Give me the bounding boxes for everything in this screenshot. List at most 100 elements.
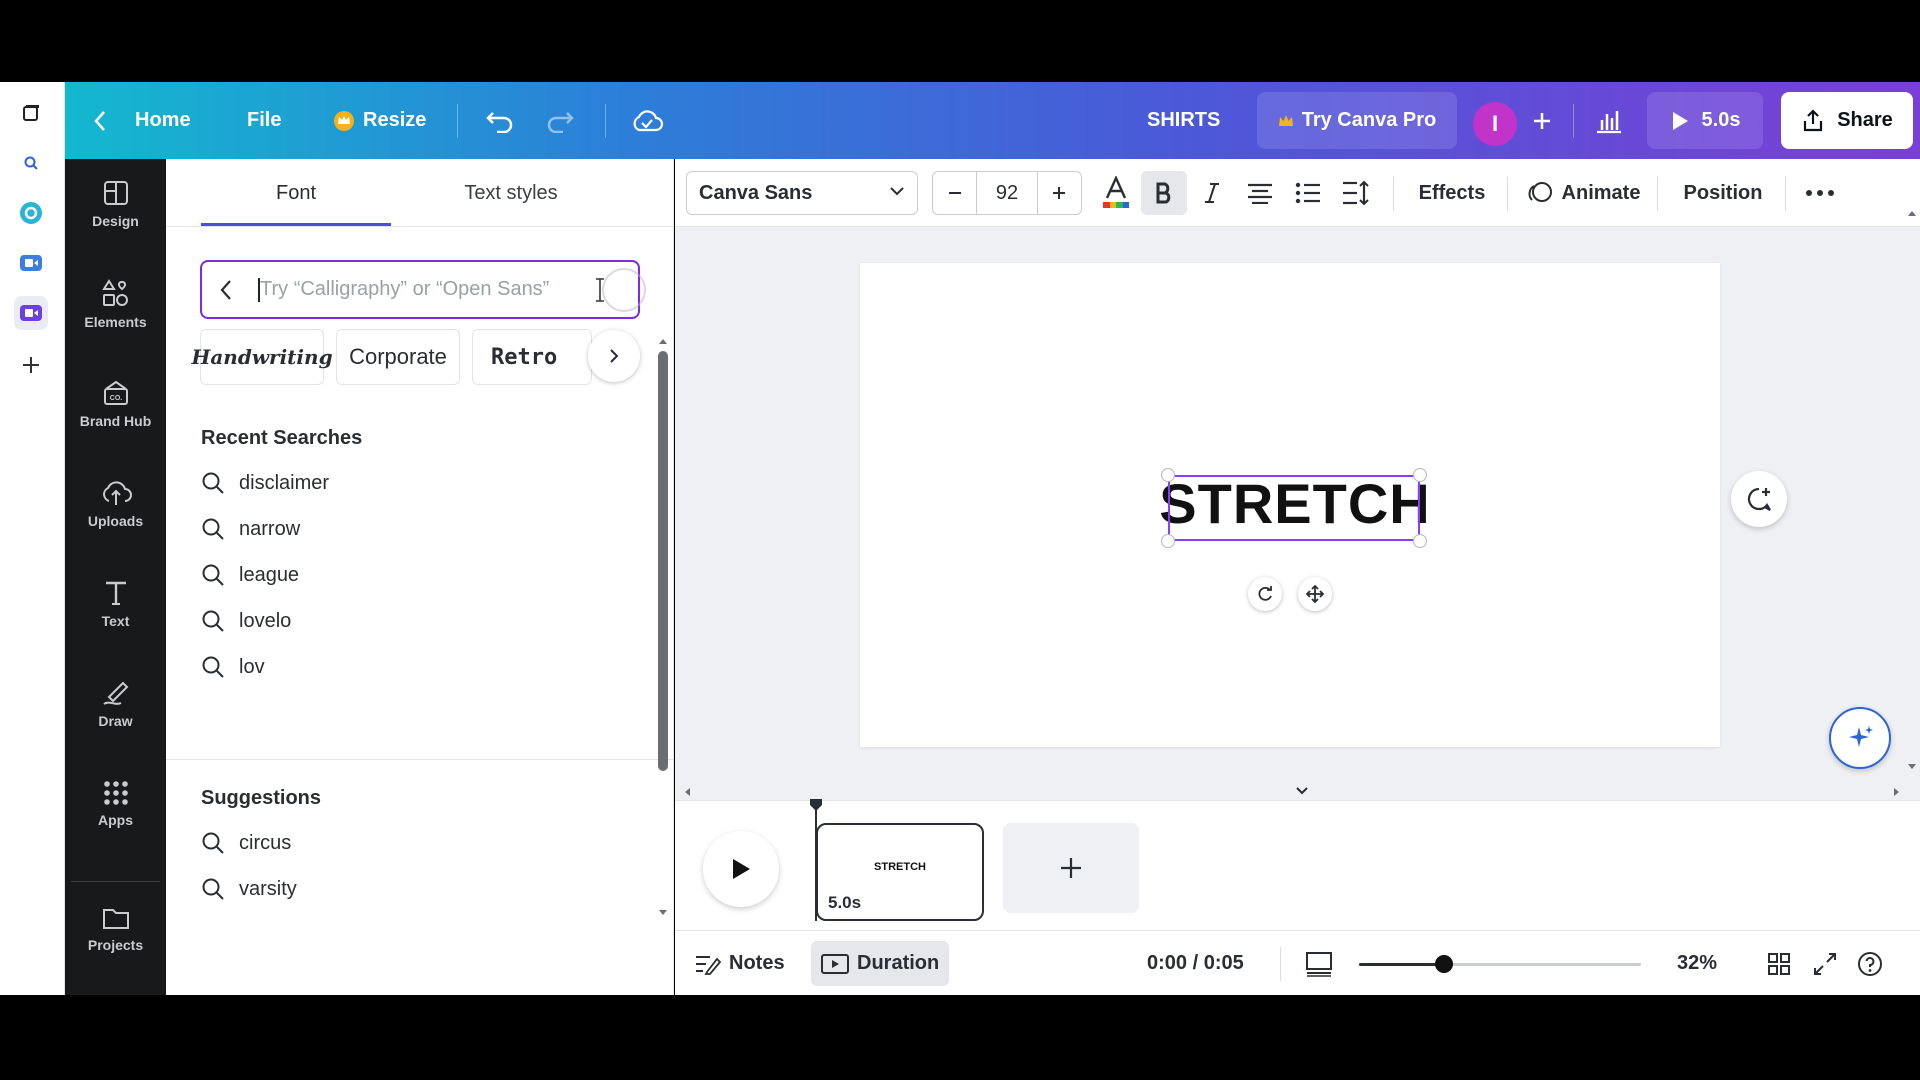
sidenav-item-projects[interactable]: Projects (65, 884, 166, 974)
help-icon[interactable] (1857, 931, 1883, 996)
more-options-icon[interactable] (1797, 171, 1843, 215)
suggestion-item[interactable]: varsity (201, 869, 621, 909)
recent-search-item[interactable]: league (201, 555, 621, 595)
scroll-right-arrow-icon[interactable] (1893, 787, 1901, 797)
search-icon[interactable] (14, 146, 48, 180)
magic-sparkle-icon[interactable] (1829, 707, 1891, 769)
shapes-icon (101, 278, 131, 308)
align-center-icon[interactable] (1237, 171, 1283, 215)
fullscreen-icon[interactable] (1813, 931, 1837, 996)
scroll-down-arrow-icon[interactable] (658, 909, 668, 917)
sidenav-item-apps[interactable]: Apps (65, 759, 166, 849)
panel-scrollbar[interactable] (658, 351, 668, 771)
home-link[interactable]: Home (93, 82, 191, 159)
zoom-level[interactable]: 32% (1677, 931, 1717, 996)
chevron-left-icon (93, 110, 107, 132)
zoom-slider-knob[interactable] (1434, 955, 1453, 973)
list-icon[interactable] (1285, 171, 1331, 215)
video-app-icon[interactable] (14, 246, 48, 280)
animate-button[interactable]: Animate (1521, 171, 1647, 215)
undo-icon[interactable] (485, 82, 515, 159)
resize-handle[interactable] (1413, 468, 1427, 482)
notes-button[interactable]: Notes (695, 931, 785, 996)
suggestion-item[interactable]: circus (201, 823, 621, 863)
page-view-icon[interactable] (1305, 931, 1333, 996)
tab-text-styles[interactable]: Text styles (411, 159, 611, 227)
duration-button[interactable]: Duration (811, 941, 950, 986)
rotate-icon[interactable] (1248, 577, 1282, 611)
font-search-field[interactable]: Try “Calligraphy” or “Open Sans” (200, 260, 646, 319)
insights-icon[interactable] (1595, 82, 1623, 159)
recent-search-item[interactable]: lov (201, 647, 621, 687)
sidenav-item-elements[interactable]: Elements (65, 259, 166, 349)
design-title[interactable]: SHIRTS (1147, 82, 1220, 159)
add-comment-icon[interactable] (1731, 471, 1787, 527)
effects-button[interactable]: Effects (1407, 171, 1497, 215)
spacing-icon[interactable] (1333, 171, 1379, 215)
collapse-timeline-icon[interactable] (1295, 786, 1309, 796)
avatar[interactable]: I (1473, 102, 1517, 146)
bold-button[interactable] (1141, 171, 1187, 215)
chip-corporate[interactable]: Corporate (336, 329, 460, 385)
sidenav-item-design[interactable]: Design (65, 159, 166, 249)
font-size-input[interactable]: 92 (977, 172, 1037, 214)
try-canva-pro-button[interactable]: Try Canva Pro (1257, 92, 1457, 149)
recent-search-item[interactable]: narrow (201, 509, 621, 549)
horizontal-scrollbar[interactable] (675, 782, 1920, 800)
recent-search-item[interactable]: lovelo (201, 601, 621, 641)
present-label: 5.0s (1701, 109, 1741, 131)
increase-font-size-button[interactable] (1037, 172, 1080, 214)
add-page-button[interactable] (1003, 823, 1139, 913)
sidenav-item-text[interactable]: Text (65, 559, 166, 649)
try-pro-label: Try Canva Pro (1301, 109, 1437, 131)
recent-search-item[interactable]: disclaimer (201, 463, 621, 503)
sidenav-item-brand-hub[interactable]: CO. Brand Hub (65, 359, 166, 449)
scroll-up-arrow-icon[interactable] (658, 337, 668, 345)
chip-handwriting[interactable]: Handwriting (191, 329, 333, 385)
design-page[interactable]: STRETCH (860, 263, 1720, 747)
notes-icon (695, 953, 721, 975)
toolbar-separator (1507, 177, 1508, 211)
position-button[interactable]: Position (1671, 171, 1775, 215)
font-panel: Font Text styles Try “Calligraphy” or “O… (166, 159, 674, 995)
playhead-marker-icon[interactable] (808, 797, 824, 813)
chip-retro[interactable]: Retro (472, 329, 592, 385)
decrease-font-size-button[interactable] (933, 172, 977, 214)
move-icon[interactable] (1298, 577, 1332, 611)
grid-view-icon[interactable] (1767, 931, 1791, 996)
recent-search-label: narrow (239, 517, 301, 540)
search-placeholder[interactable]: Try “Calligraphy” or “Open Sans” (260, 278, 549, 301)
present-button[interactable]: 5.0s (1647, 92, 1763, 149)
resize-handle[interactable] (1161, 468, 1175, 482)
clip-duration: 5.0s (828, 893, 862, 912)
resize-handle[interactable] (1161, 534, 1175, 548)
video-app-active-icon[interactable] (14, 296, 48, 330)
apps-icon (103, 780, 129, 806)
font-family-select[interactable]: Canva Sans (686, 171, 918, 215)
timeline-clip[interactable]: STRETCH 5.0s (816, 823, 984, 921)
sidenav-item-draw[interactable]: Draw (65, 659, 166, 749)
redo-icon[interactable] (545, 82, 575, 159)
share-button[interactable]: Share (1781, 92, 1913, 149)
file-menu[interactable]: File (247, 82, 281, 159)
italic-button[interactable] (1191, 171, 1233, 215)
text-color-icon[interactable] (1095, 171, 1137, 215)
add-icon[interactable] (14, 348, 48, 382)
time-readout: 0:00 / 0:05 (1147, 952, 1244, 974)
scroll-left-arrow-icon[interactable] (683, 787, 691, 797)
scroll-down-arrow-icon[interactable] (1907, 763, 1917, 771)
tab-font[interactable]: Font (201, 159, 391, 227)
cloud-saved-icon[interactable] (630, 82, 664, 159)
chip-scroll-next-button[interactable] (588, 330, 640, 382)
sidenav-item-uploads[interactable]: Uploads (65, 459, 166, 549)
back-chevron-icon[interactable] (220, 279, 232, 301)
search-icon (201, 655, 225, 679)
add-collaborator-icon[interactable] (1531, 82, 1553, 159)
canva-app-icon[interactable] (14, 196, 48, 230)
play-button[interactable] (703, 831, 779, 907)
tabs-icon[interactable] (14, 96, 48, 130)
toolbar-separator (1393, 177, 1394, 211)
scroll-up-arrow-icon[interactable] (1907, 209, 1917, 217)
resize-handle[interactable] (1413, 534, 1427, 548)
resize-button[interactable]: Resize (333, 82, 426, 159)
